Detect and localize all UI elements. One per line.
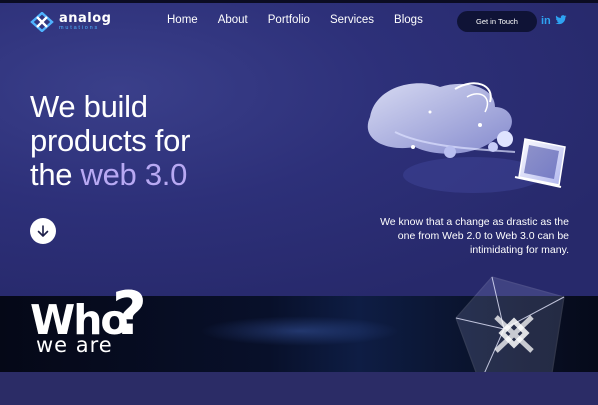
banner-glow xyxy=(200,316,400,346)
we-are-subtitle: we are xyxy=(36,333,113,357)
hero-tagline: We know that a change as drastic as the … xyxy=(380,216,569,256)
hero-headline: We build products for the web 3.0 xyxy=(30,90,250,192)
headline-line-1: We build xyxy=(30,89,148,124)
main-nav: Home About Portfolio Services Blogs xyxy=(167,14,443,26)
arrow-down-icon xyxy=(37,225,49,237)
headline-line-2: products for xyxy=(30,123,191,158)
twitter-icon[interactable] xyxy=(555,14,567,26)
headline-line-3: the web 3.0 xyxy=(30,158,250,192)
get-in-touch-button[interactable]: Get in Touch xyxy=(457,11,537,32)
nav-home[interactable]: Home xyxy=(167,14,198,26)
nav-portfolio[interactable]: Portfolio xyxy=(268,14,310,26)
brand-subtitle: mutations xyxy=(59,25,100,32)
question-mark: ? xyxy=(112,279,147,349)
cube-logo-graphic xyxy=(455,276,565,384)
nav-blogs[interactable]: Blogs xyxy=(394,14,423,26)
headline-prefix: the xyxy=(30,157,73,192)
linkedin-icon[interactable]: in xyxy=(541,15,551,27)
brand-logo[interactable]: analog mutations xyxy=(30,12,120,32)
brand-name: analog xyxy=(59,11,112,27)
nav-about[interactable]: About xyxy=(218,14,248,26)
scroll-down-button[interactable] xyxy=(30,218,56,244)
nav-services[interactable]: Services xyxy=(330,14,374,26)
hero-illustration xyxy=(367,82,566,193)
logo-icon xyxy=(30,12,54,32)
headline-accent: web 3.0 xyxy=(80,157,188,192)
next-section xyxy=(0,372,598,405)
